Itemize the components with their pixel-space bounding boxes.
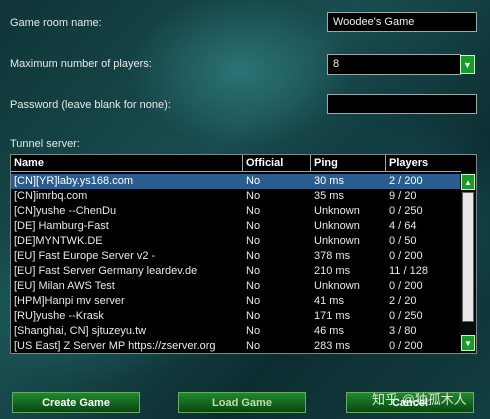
cell-official: No (246, 280, 261, 292)
cell-players: 0 / 250 (389, 205, 423, 217)
cell-ping: 378 ms (314, 250, 351, 262)
scroll-down-button[interactable]: ▼ (461, 335, 475, 351)
cell-name: [Shanghai, CN] sjtuzeyu.tw (14, 325, 147, 337)
cell-name: [US East] Z Server MP https://zserver.or… (14, 340, 216, 352)
scroll-thumb[interactable] (462, 192, 474, 322)
table-row[interactable]: [Shanghai, CN] sjtuzeyu.tw No 46 ms 3 / 80 (11, 324, 460, 339)
table-row[interactable]: [DE]MYNTWK.DE No Unknown 0 / 50 (11, 234, 460, 249)
cell-players: 0 / 250 (389, 310, 423, 322)
cell-players: 0 / 200 (389, 340, 423, 352)
table-row[interactable]: [EU] Milan AWS Test No Unknown 0 / 200 (11, 279, 460, 294)
table-row[interactable]: [EU] Fast Server Germany leardev.de No 210… (11, 264, 460, 279)
scroll-up-button[interactable]: ▲ (461, 174, 475, 190)
tunnel-server-label: Tunnel server: (10, 138, 80, 150)
cell-ping: Unknown (314, 235, 360, 247)
chevron-down-icon: ▼ (463, 59, 472, 70)
max-players-dropdown[interactable]: 8 (327, 54, 461, 75)
room-name-label: Game room name: (10, 17, 102, 29)
cell-name: [EU] Fast Server Germany leardev.de (14, 265, 198, 277)
column-header-name[interactable]: Name (11, 155, 243, 172)
table-row[interactable]: [CN]yushe --ChenDu No Unknown 0 / 250 (11, 204, 460, 219)
load-game-button[interactable]: Load Game (178, 392, 306, 413)
cell-official: No (246, 265, 261, 277)
cell-official: No (246, 325, 261, 337)
cell-official: No (246, 310, 261, 322)
cell-players: 2 / 200 (389, 175, 423, 187)
cell-official: No (246, 175, 261, 187)
table-row[interactable]: [RU]yushe --Krask No 171 ms 0 / 250 (11, 309, 460, 324)
cell-ping: 35 ms (314, 190, 344, 202)
chevron-down-icon: ▼ (464, 338, 472, 348)
cell-official: No (246, 340, 261, 352)
column-header-official[interactable]: Official (243, 155, 311, 172)
cell-name: [CN]imrbq.com (14, 190, 88, 202)
cell-name: [DE] Hamburg-Fast (14, 220, 109, 232)
cell-official: No (246, 220, 261, 232)
cell-name: [CN][YR]laby.ys168.com (14, 175, 134, 187)
watermark: 知乎 @独孤木人 (372, 392, 467, 407)
room-name-input[interactable]: Woodee's Game (327, 12, 477, 32)
table-row[interactable]: [DE] Hamburg-Fast No Unknown 4 / 64 (11, 219, 460, 234)
column-header-players[interactable]: Players (386, 155, 461, 172)
cell-players: 9 / 20 (389, 190, 417, 202)
cell-ping: Unknown (314, 280, 360, 292)
cell-name: [EU] Milan AWS Test (14, 280, 115, 292)
cell-name: [CN]yushe --ChenDu (14, 205, 117, 217)
cell-official: No (246, 190, 261, 202)
password-input[interactable] (327, 94, 477, 114)
cell-players: 4 / 64 (389, 220, 417, 232)
cell-ping: Unknown (314, 205, 360, 217)
list-scrollbar[interactable]: ▲ ▼ (460, 172, 476, 353)
cell-players: 0 / 200 (389, 250, 423, 262)
chevron-up-icon: ▲ (464, 177, 472, 187)
table-row[interactable]: [US East] Z Server MP https://zserver.or… (11, 339, 460, 353)
cell-official: No (246, 295, 261, 307)
cell-ping: 283 ms (314, 340, 351, 352)
cell-ping: Unknown (314, 220, 360, 232)
table-row[interactable]: [CN][YR]laby.ys168.com No 30 ms 2 / 200 (11, 174, 460, 189)
tunnel-server-list[interactable]: Name Official Ping Players [CN][YR]laby.… (10, 154, 477, 354)
column-header-ping[interactable]: Ping (311, 155, 386, 172)
create-game-button[interactable]: Create Game (12, 392, 140, 413)
cell-ping: 171 ms (314, 310, 351, 322)
create-game-label: Create Game (42, 396, 110, 409)
cell-name: [DE]MYNTWK.DE (14, 235, 103, 247)
cell-players: 0 / 200 (389, 280, 423, 292)
max-players-label: Maximum number of players: (10, 58, 152, 70)
table-row[interactable]: [EU] Fast Europe Server v2 - No 378 ms 0 / … (11, 249, 460, 264)
cell-name: [RU]yushe --Krask (14, 310, 104, 322)
table-row[interactable]: [CN]imrbq.com No 35 ms 9 / 20 (11, 189, 460, 204)
cell-ping: 46 ms (314, 325, 344, 337)
cell-players: 11 / 128 (389, 265, 428, 277)
cell-official: No (246, 205, 261, 217)
cell-players: 0 / 50 (389, 235, 417, 247)
cell-ping: 41 ms (314, 295, 344, 307)
max-players-dropdown-arrow[interactable]: ▼ (460, 55, 475, 74)
cell-official: No (246, 235, 261, 247)
cell-players: 3 / 80 (389, 325, 417, 337)
table-row[interactable]: [HPM]Hanpi mv server No 41 ms 2 / 20 (11, 294, 460, 309)
password-label: Password (leave blank for none): (10, 99, 171, 111)
cell-official: No (246, 250, 261, 262)
cell-ping: 210 ms (314, 265, 351, 277)
cell-players: 2 / 20 (389, 295, 417, 307)
cell-name: [HPM]Hanpi mv server (14, 295, 125, 307)
cell-name: [EU] Fast Europe Server v2 - (14, 250, 156, 262)
load-game-label: Load Game (212, 396, 272, 409)
list-header: Name Official Ping Players (11, 155, 476, 172)
cell-ping: 30 ms (314, 175, 344, 187)
